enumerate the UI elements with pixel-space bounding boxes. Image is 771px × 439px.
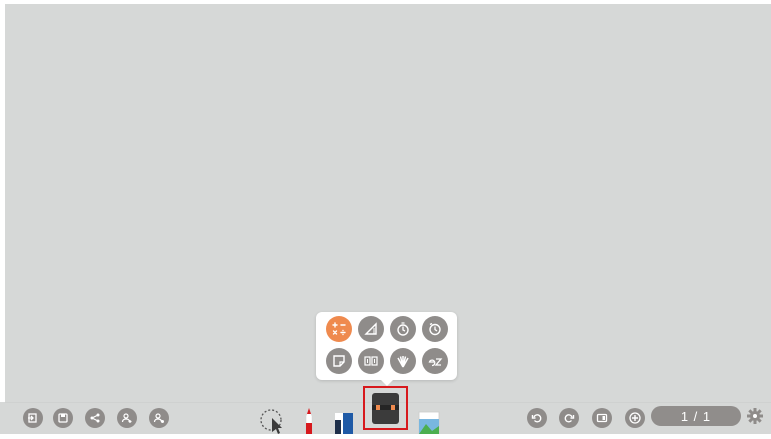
add-user-button[interactable] [117,408,137,428]
eraser-tool[interactable] [333,410,357,434]
page-indicator[interactable]: 1 / 1 [651,406,741,426]
toolbox-icon [372,393,399,424]
calculator-button[interactable] [326,316,352,342]
stopwatch-icon [397,322,409,336]
timer-icon [429,322,441,336]
lottery-button[interactable] [390,348,416,374]
ruler-button[interactable] [358,316,384,342]
calculator-icon [332,322,346,336]
ruler-icon [364,322,377,335]
save-button[interactable] [53,408,73,428]
pen-tool[interactable] [300,407,318,435]
toolbox-tool[interactable] [370,392,401,425]
sticky-note-icon [333,355,345,367]
gear-icon [747,408,763,424]
lasso-select-tool[interactable] [258,407,286,434]
insert-image-tool[interactable] [417,409,443,435]
exit-icon [28,413,37,423]
ez-button[interactable] [422,348,448,374]
undo-icon [531,414,542,423]
timer-button[interactable] [422,316,448,342]
lasso-select-icon [260,409,282,434]
toolbox-popup-tail [380,379,394,386]
add-page-button[interactable] [625,408,645,428]
redo-icon [564,414,575,423]
flashcard-icon [364,356,378,366]
user-settings-button[interactable] [149,408,169,428]
sticky-note-button[interactable] [326,348,352,374]
lottery-icon [397,356,409,368]
page-view-button[interactable] [592,408,612,428]
save-icon [58,413,68,423]
add-page-icon [629,412,641,424]
add-user-icon [121,413,132,423]
redo-button[interactable] [559,408,579,428]
ez-icon [428,358,443,367]
exit-button[interactable] [23,408,43,428]
share-button[interactable] [85,408,105,428]
page-view-icon [596,413,608,423]
flashcard-button[interactable] [358,348,384,374]
stopwatch-button[interactable] [390,316,416,342]
insert-image-icon [418,411,440,435]
undo-button[interactable] [527,408,547,428]
user-settings-icon [153,413,164,423]
eraser-icon [335,413,353,434]
pen-icon [305,407,313,435]
share-icon [90,413,100,423]
settings-button[interactable] [746,407,764,425]
